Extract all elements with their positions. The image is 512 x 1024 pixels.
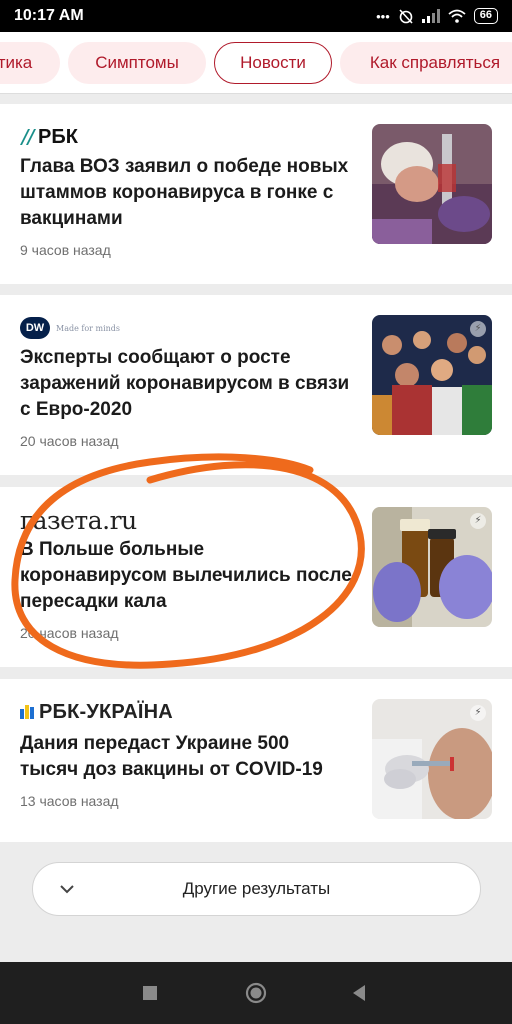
- alarm-off-icon: [399, 9, 413, 24]
- wifi-icon: [448, 9, 466, 23]
- news-card[interactable]: РБК-УКРАЇНА Дания передаст Украине 500 т…: [0, 679, 512, 842]
- news-thumbnail[interactable]: [372, 124, 492, 244]
- news-source-name: DW: [20, 317, 50, 339]
- rbc-ukraine-mark-icon: [20, 705, 34, 719]
- news-source-name: РБК-УКРАЇНА: [39, 700, 173, 723]
- chip-coping[interactable]: Как справляться: [340, 42, 512, 84]
- news-source: РБК: [20, 124, 78, 150]
- news-source-tagline: Made for minds: [56, 323, 121, 333]
- amp-icon: ⚡: [470, 513, 486, 529]
- news-source-name: газета.ru: [20, 505, 137, 535]
- news-time: 13 часов назад: [20, 793, 119, 809]
- news-headline[interactable]: Глава ВОЗ заявил о победе новых штаммов …: [20, 154, 352, 232]
- status-time: 10:17 AM: [14, 7, 84, 24]
- news-card[interactable]: РБК Глава ВОЗ заявил о победе новых штам…: [0, 104, 512, 284]
- back-icon[interactable]: [348, 981, 372, 1005]
- status-icons: ••• 66: [376, 8, 498, 24]
- dw-logo: DW Made for minds: [20, 317, 120, 339]
- more-dots-icon: •••: [376, 8, 390, 24]
- amp-icon: ⚡: [470, 321, 486, 337]
- news-time: 20 часов назад: [20, 433, 119, 449]
- news-source: РБК-УКРАЇНА: [20, 699, 173, 725]
- status-bar: 10:17 AM ••• 66: [0, 0, 512, 32]
- news-headline[interactable]: В Польше больные коронавирусом вылечилис…: [20, 537, 352, 615]
- more-results-label: Другие результаты: [182, 879, 331, 898]
- news-source-name: РБК: [38, 125, 78, 148]
- home-icon[interactable]: [244, 981, 268, 1005]
- news-thumbnail[interactable]: ⚡: [372, 699, 492, 819]
- signal-icon: [421, 9, 440, 23]
- news-card[interactable]: DW Made for minds Эксперты сообщают о ро…: [0, 295, 512, 475]
- news-headline[interactable]: Дания передаст Украине 500 тысяч доз вак…: [20, 731, 352, 783]
- rbc-logo: РБК: [20, 126, 78, 149]
- battery-icon: 66: [473, 8, 498, 24]
- chip-statistics[interactable]: тика: [0, 42, 60, 84]
- news-source: DW Made for minds: [20, 315, 120, 341]
- news-source: газета.ru: [20, 505, 137, 535]
- chip-news[interactable]: Новости: [214, 42, 332, 84]
- thumbnail-image: [372, 124, 492, 244]
- news-thumbnail[interactable]: ⚡: [372, 507, 492, 627]
- recent-apps-icon[interactable]: [138, 981, 162, 1005]
- rbc-ukraine-logo: РБК-УКРАЇНА: [20, 701, 173, 724]
- topic-chips: тика Симптомы Новости Как справляться: [0, 32, 512, 94]
- amp-icon: ⚡: [470, 705, 486, 721]
- news-thumbnail[interactable]: ⚡: [372, 315, 492, 435]
- system-nav-bar: [0, 962, 512, 1024]
- news-time: 9 часов назад: [20, 242, 111, 258]
- news-headline[interactable]: Эксперты сообщают о росте заражений коро…: [20, 345, 352, 423]
- rbc-mark-icon: [20, 129, 36, 145]
- news-card[interactable]: газета.ru В Польше больные коронавирусом…: [0, 487, 512, 667]
- more-results-button[interactable]: Другие результаты: [32, 862, 481, 916]
- chip-symptoms[interactable]: Симптомы: [68, 42, 206, 84]
- news-time: 20 часов назад: [20, 625, 119, 641]
